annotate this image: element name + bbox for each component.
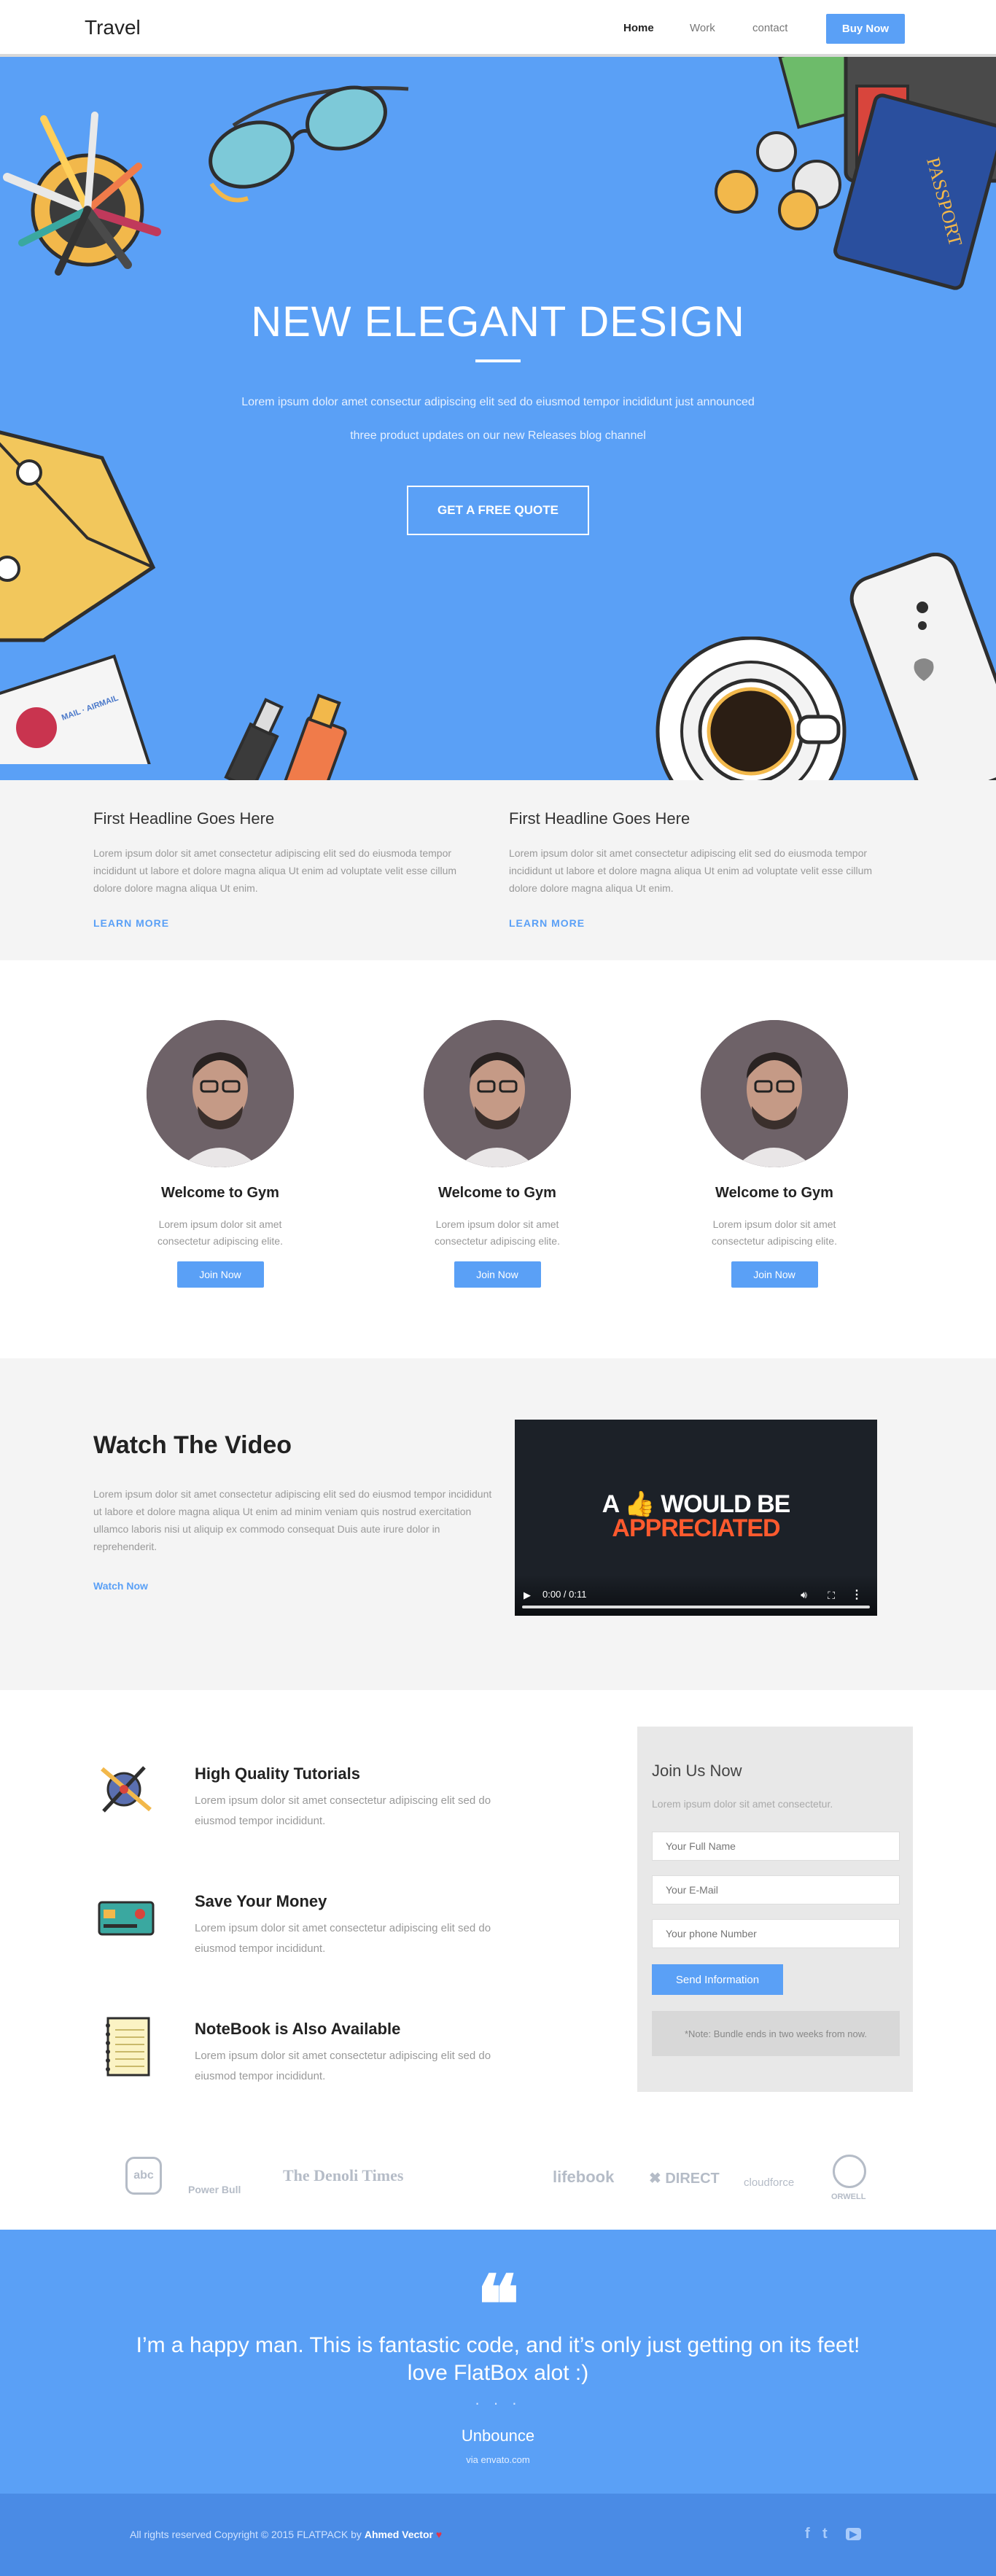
form-text: Lorem ipsum dolor sit amet consectetur. [652,1798,833,1810]
service-title: NoteBook is Also Available [195,2020,401,2038]
team-card: Welcome to Gym Lorem ipsum dolor sit ame… [680,1020,869,1288]
eye-icon [833,2155,866,2188]
team-section: Welcome to Gym Lorem ipsum dolor sit ame… [0,960,996,1358]
video-title: Watch The Video [93,1431,292,1459]
video-text: Lorem ipsum dolor sit amet consectetur a… [93,1488,492,1552]
hero-divider [475,359,521,362]
sunglasses-illustration [209,85,409,203]
service-item: Save Your Money Lorem ipsum dolor sit am… [93,1885,531,1965]
team-card: Welcome to Gym Lorem ipsum dolor sit ame… [125,1020,315,1288]
video-player[interactable]: A 👍 WOULD BE APPRECIATED ▶ 0:00 / 0:11 🔊… [509,1414,883,1622]
feature-text: Lorem ipsum dolor sit amet consectetur a… [93,847,457,894]
service-text: Lorem ipsum dolor sit amet consectetur a… [195,2050,491,2082]
send-information-button[interactable]: Send Information [652,1964,783,1995]
credit-card-icon [98,1901,155,1936]
team-card-title: Welcome to Gym [438,1185,556,1201]
logo-orwell: ORWELL [831,2192,866,2201]
join-now-button[interactable]: Join Now [454,1261,541,1288]
more-options-icon[interactable]: ⋮ [851,1587,863,1602]
hero-title: NEW ELEGANT DESIGN [251,298,745,346]
testimonial-author: Unbounce [461,2427,535,2445]
avatar [147,1020,294,1167]
avatar [701,1020,848,1167]
video-frame-line2: APPRECIATED [612,1514,780,1542]
full-name-field[interactable] [652,1832,900,1861]
coffee-cup-illustration [655,637,847,780]
form-title: Join Us Now [652,1762,742,1780]
feature-title: First Headline Goes Here [509,809,690,828]
site-logo[interactable]: Travel [85,16,141,39]
join-form: Join Us Now Lorem ipsum dolor sit amet c… [637,1727,913,2092]
team-card-title: Welcome to Gym [715,1185,833,1201]
video-section: Watch The Video Lorem ipsum dolor sit am… [0,1358,996,1690]
avatar [424,1020,571,1167]
envelope-illustration: MAIL · AIRMAIL [0,430,161,764]
volume-icon[interactable]: 🔊︎ [801,1589,807,1601]
phone-field[interactable] [652,1919,900,1948]
hero-subtitle-line2: three product updates on our new Release… [350,429,646,442]
site-header: Travel Home Work contact Buy Now [0,0,996,57]
wallet-passport-illustration: PASSPORT [715,57,996,290]
form-note: *Note: Bundle ends in two weeks from now… [652,2011,900,2056]
play-icon[interactable]: ▶ [524,1589,531,1601]
service-item: NoteBook is Also Available Lorem ipsum d… [93,2012,531,2093]
author-link[interactable]: Ahmed Vector [365,2529,433,2540]
logo-denoli-times: The Denoli Times [283,2166,404,2184]
video-progress-bar[interactable] [522,1606,870,1608]
team-card-text: Lorem ipsum dolor sit amet consectetur a… [712,1218,837,1247]
learn-more-link[interactable]: LEARN MORE [509,917,874,929]
hero-subtitle-line1: Lorem ipsum dolor amet consectur adipisc… [241,396,755,408]
youtube-icon[interactable]: ▶ [846,2528,861,2540]
logo-abc: abc [125,2157,162,2195]
notebook-icon [106,2017,150,2077]
heart-icon: ♥ [435,2529,443,2540]
team-card-title: Welcome to Gym [161,1185,279,1201]
service-text: Lorem ipsum dolor sit amet consectetur a… [195,1922,491,1955]
feature-column: First Headline Goes Here Lorem ipsum dol… [93,809,458,929]
testimonial-section: ❝ I’m a happy man. This is fantastic cod… [0,2230,996,2494]
logo-lifebook: lifebook [553,2168,615,2186]
nav-contact[interactable]: contact [752,22,787,34]
site-footer: All rights reserved Copyright © 2015 FLA… [0,2494,996,2576]
services-section: High Quality Tutorials Lorem ipsum dolor… [0,1690,996,2131]
smartphone-illustration [849,553,996,780]
feature-text: Lorem ipsum dolor sit amet consectetur a… [509,847,873,894]
video-time: 0:00 / 0:11 [542,1589,587,1600]
usb-marker-illustration [224,693,347,780]
compass-pen-icon [101,1766,152,1813]
email-field[interactable] [652,1875,900,1904]
testimonial-dots: · · · [474,2394,522,2412]
join-now-button[interactable]: Join Now [731,1261,818,1288]
learn-more-link[interactable]: LEARN MORE [93,917,458,929]
logo-cloudforce: cloudforce [744,2176,795,2189]
team-card: Welcome to Gym Lorem ipsum dolor sit ame… [402,1020,592,1288]
pen-cup-illustration [3,112,161,276]
twitter-icon[interactable]: t [822,2526,828,2542]
nav-home[interactable]: Home [623,22,654,34]
logo-power-bull: Power Bull [188,2184,241,2195]
hero-section: PASSPORT MAIL · AIRMAIL NEW ELEGANT DESI… [0,57,996,780]
nav-work[interactable]: Work [690,22,715,34]
client-logos: abc Power Bull The Denoli Times lifebook… [0,2131,996,2230]
service-text: Lorem ipsum dolor sit amet consectetur a… [195,1794,491,1827]
service-title: High Quality Tutorials [195,1764,360,1783]
team-card-text: Lorem ipsum dolor sit amet consectetur a… [435,1218,560,1247]
features-section: First Headline Goes Here Lorem ipsum dol… [0,780,996,960]
feature-column: First Headline Goes Here Lorem ipsum dol… [509,809,874,929]
copyright: All rights reserved Copyright © 2015 FLA… [130,2529,443,2540]
logo-direct: ✖ DIRECT [649,2171,720,2187]
testimonial-quote: I’m a happy man. This is fantastic code,… [136,2333,860,2385]
get-quote-button[interactable]: GET A FREE QUOTE [407,486,589,535]
feature-title: First Headline Goes Here [93,809,275,828]
team-card-text: Lorem ipsum dolor sit amet consectetur a… [157,1218,283,1247]
join-now-button[interactable]: Join Now [176,1261,264,1288]
service-title: Save Your Money [195,1892,327,1910]
watch-now-link[interactable]: Watch Now [93,1580,148,1592]
fullscreen-icon[interactable]: ⛶ [828,1589,835,1602]
service-item: High Quality Tutorials Lorem ipsum dolor… [93,1757,531,1837]
x-icon: ✖ [649,2171,661,2187]
facebook-icon[interactable]: f [805,2526,810,2542]
testimonial-source: via envato.com [466,2454,530,2465]
buy-now-button[interactable]: Buy Now [826,14,905,44]
